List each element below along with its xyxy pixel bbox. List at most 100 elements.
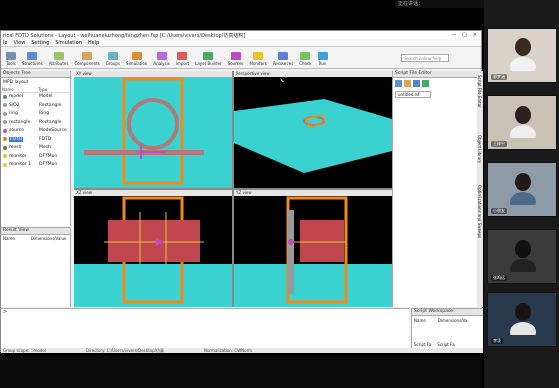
toolbar-sources-button[interactable]: Sources [225, 48, 247, 66]
attributes-icon [53, 52, 64, 60]
xz-view[interactable]: XZ view [74, 190, 232, 307]
participant-tile-4[interactable]: 张鸣远 [487, 229, 557, 284]
script-editor-panel: Script File Editor untitled.lsf [392, 71, 477, 307]
tree-group[interactable]: MPD layout [1, 78, 70, 87]
tree-item-rectangle[interactable]: rectangle Rectangle [1, 118, 70, 127]
script-workspace-panel: Script Workspace Name Dimensions/Va Scri… [411, 308, 483, 348]
xy-view[interactable]: XY view [74, 71, 232, 188]
participant-name: 李凌 [491, 338, 503, 344]
workspace-tab-1[interactable]: Script Fa [414, 342, 431, 347]
toolbar-structures-button[interactable]: Structures [19, 48, 46, 66]
toolbar-import-button[interactable]: Import [173, 48, 192, 66]
participant-avatar [510, 240, 536, 272]
objects-tree-title: Objects Tree [1, 71, 70, 78]
toolbar-analysis-button[interactable]: Analysis [150, 48, 172, 66]
toolbar-check-button[interactable]: Check [296, 48, 314, 66]
toolbar-tools-button[interactable]: Tools [3, 48, 19, 66]
object-type-icon [3, 128, 7, 133]
object-type-icon [3, 162, 7, 167]
tree-item-name: mesh [9, 145, 22, 151]
toolbar-run-button[interactable]: Run [315, 48, 331, 66]
workspace-header: Name Dimensions/Va [414, 318, 468, 323]
minimize-button[interactable]: — [451, 32, 456, 38]
tree-item-source[interactable]: source ModeSource [1, 127, 70, 136]
tree-item-name: rectangle [9, 119, 31, 125]
vtab-script-editor[interactable]: Script File Editor [477, 75, 482, 135]
menu-bar: le View Setting Simulation Help [1, 39, 481, 47]
title-bar: rical FDTD Solutions - Layout - weihuanx… [1, 31, 481, 39]
toolbar-layer-builder-button[interactable]: Layer Builder [192, 48, 225, 66]
toolbar-simulation-button[interactable]: Simulation [123, 48, 150, 66]
tools-icon [6, 52, 16, 60]
menu-view[interactable]: View [13, 40, 25, 46]
new-file-icon[interactable] [395, 80, 402, 87]
object-type-icon [3, 120, 7, 125]
workspace-tabs: Script Fa Script Fa [414, 342, 455, 347]
tree-item-name: SiO2 [9, 102, 20, 108]
objects-tree-panel: Objects Tree MPD layout Name Type model M… [1, 71, 71, 226]
xz-view-label: XZ view [74, 190, 232, 196]
participant-avatar [510, 303, 536, 335]
toolbar-monitors-button[interactable]: Monitors [247, 48, 270, 66]
perspective-view[interactable]: Perspective view [234, 71, 392, 188]
vtab-optimizations[interactable]: Optimizations and Sweeps [477, 185, 482, 265]
window-title: rical FDTD Solutions - Layout - weihuanx… [3, 32, 246, 39]
toolbar-groups-button[interactable]: Groups [103, 48, 123, 66]
tree-item-monitor[interactable]: monitor DFTMon [1, 152, 70, 161]
script-editor-title: Script File Editor [393, 71, 477, 78]
tree-item-name: source [9, 128, 24, 134]
participant-name: 王梓宁 [491, 141, 507, 147]
participant-tile-1[interactable]: 郭梦涵 [487, 28, 557, 83]
tree-item-name: monitor 1 [9, 162, 31, 168]
groups-icon [107, 52, 118, 60]
script-tab-untitled[interactable]: untitled.lsf [395, 91, 431, 98]
participant-tile-3[interactable]: 小朋友 [487, 162, 557, 217]
menu-help[interactable]: Help [88, 40, 99, 46]
tree-item-type: Model [39, 94, 53, 100]
toolbar-components-button[interactable]: Components [71, 48, 102, 66]
tree-item-sio2[interactable]: SiO2 Rectangle [1, 101, 70, 110]
perspective-view-canvas [234, 72, 392, 173]
object-type-icon [3, 111, 7, 116]
save-file-icon[interactable] [413, 80, 420, 87]
run-script-icon[interactable] [422, 80, 429, 87]
participant-tile-5[interactable]: 李凌 [487, 292, 557, 347]
status-directory: Directory: C:/Users/vivers/Desktop/仿真 [85, 348, 164, 353]
object-type-icon [3, 154, 7, 159]
close-button[interactable]: ✕ [473, 32, 477, 38]
result-view-title: Result View [1, 228, 70, 235]
status-bar: Group scope: ::model Directory: C:/Users… [1, 348, 483, 353]
object-type-icon [3, 145, 7, 150]
menu-file[interactable]: le [3, 40, 7, 46]
tree-item-model[interactable]: model Model [1, 93, 70, 102]
result-view-header: Name Dimensions/Value [3, 236, 67, 241]
tree-item-mesh[interactable]: mesh Mesh [1, 144, 70, 153]
script-prompt[interactable]: > [1, 308, 409, 348]
fdtd-app-window: rical FDTD Solutions - Layout - weihuanx… [0, 30, 483, 353]
vertical-tabs: Script File Editor Object Library Optimi… [477, 71, 483, 307]
workspace-title: Script Workspace [412, 309, 483, 316]
participant-name: 张鸣远 [491, 275, 507, 281]
toolbar-attributes-button[interactable]: Attributes [46, 48, 72, 66]
vtab-object-library[interactable]: Object Library [477, 135, 482, 185]
participant-name: 小朋友 [491, 208, 507, 214]
tree-item-name: monitor [9, 153, 27, 159]
menu-simulation[interactable]: Simulation [55, 40, 82, 46]
open-file-icon[interactable] [404, 80, 411, 87]
menu-setting[interactable]: Setting [31, 40, 49, 46]
yz-view[interactable]: YZ view [234, 190, 392, 307]
view-area: XY view Perspective view XZ view YZ view [74, 71, 392, 307]
tree-item-name: model [9, 94, 24, 100]
speaking-indicator: 正在讲话： [395, 0, 485, 8]
participant-tile-2[interactable]: 王梓宁 [487, 95, 557, 150]
tree-item-name: ring [9, 111, 18, 117]
search-help-input[interactable]: Search online help [401, 54, 449, 62]
toolbar-resources-button[interactable]: Resources [270, 48, 296, 66]
tree-item-type: ModeSource [39, 128, 67, 134]
tree-item-ring[interactable]: ring Ring [1, 110, 70, 119]
analysis-icon [156, 52, 167, 60]
tree-item-fdtd[interactable]: FDTD FDTD [1, 135, 70, 144]
maximize-button[interactable]: □ [462, 32, 467, 38]
tree-item-monitor-1[interactable]: monitor 1 DFTMon [1, 161, 70, 170]
workspace-tab-2[interactable]: Script Fa [437, 342, 454, 347]
